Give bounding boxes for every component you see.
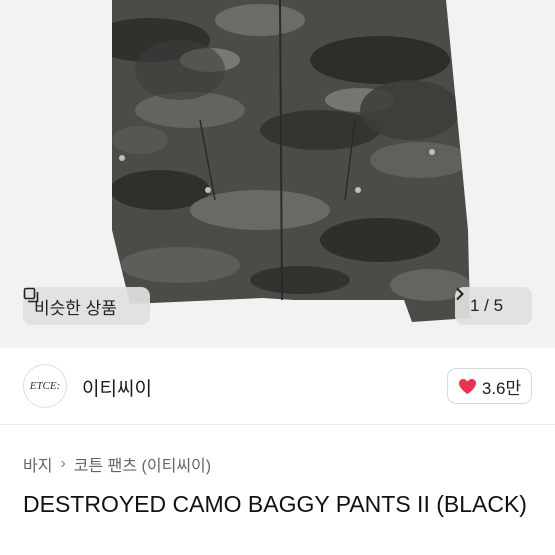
copy-icon	[23, 287, 39, 303]
breadcrumb-separator-icon: ›	[60, 455, 66, 472]
image-counter-button[interactable]: 1 / 5	[455, 287, 532, 325]
breadcrumb-subcategory[interactable]: 코튼 팬츠 (이티씨이)	[74, 452, 211, 476]
seller-logo[interactable]: ETCE:	[23, 364, 67, 408]
similar-products-button[interactable]: 비슷한 상품	[23, 287, 150, 325]
breadcrumb-category[interactable]: 바지	[23, 452, 52, 476]
similar-products-label: 비슷한 상품	[34, 298, 117, 318]
seller-row: ETCE: 이티씨이 3.6만	[0, 348, 555, 425]
breadcrumb: 바지 › 코튼 팬츠 (이티씨이)	[23, 452, 211, 476]
chevron-right-icon	[456, 287, 464, 301]
like-count: 3.6만	[481, 378, 522, 398]
seller-logo-text: ETCE:	[29, 380, 61, 392]
image-counter: 1 / 5	[470, 296, 504, 315]
heart-icon	[458, 378, 476, 394]
product-image-carousel[interactable]: 비슷한 상품 1 / 5	[0, 0, 555, 348]
like-button[interactable]: 3.6만	[447, 368, 532, 404]
seller-name[interactable]: 이티씨이	[82, 374, 152, 401]
product-title: DESTROYED CAMO BAGGY PANTS II (BLACK)	[23, 491, 527, 517]
